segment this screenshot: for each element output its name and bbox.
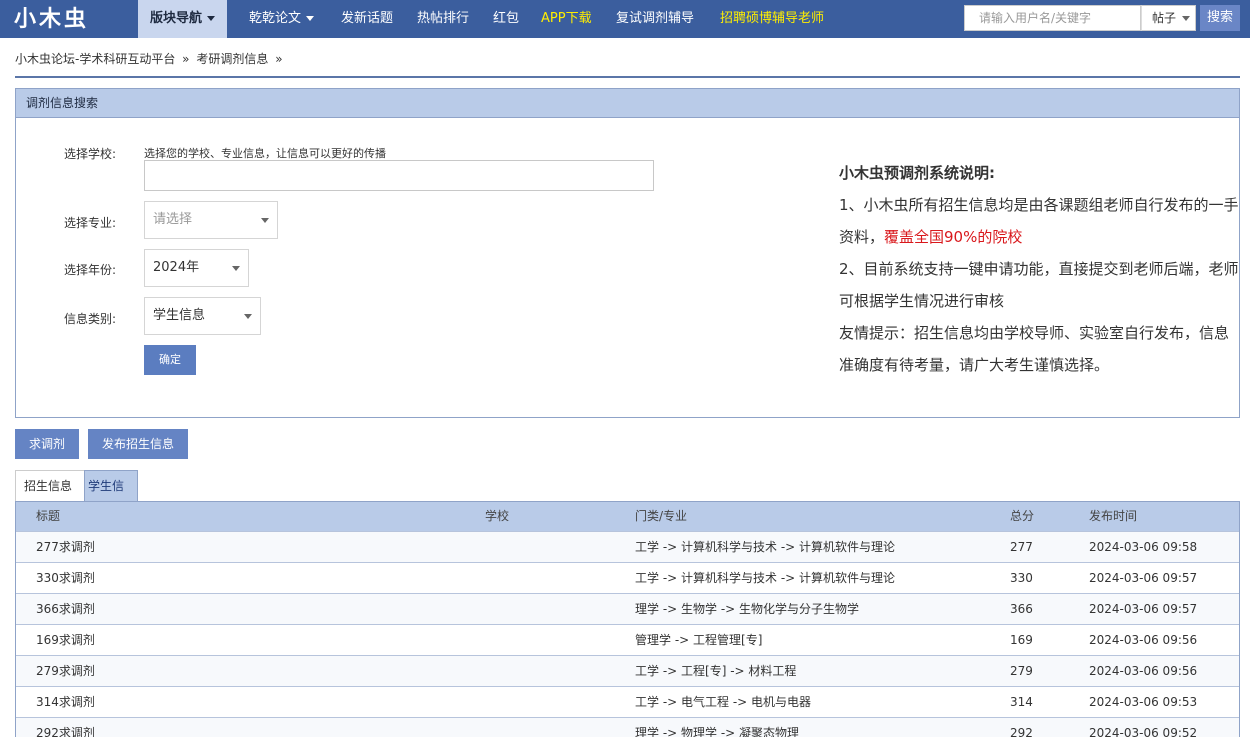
- row-major: 工学 -> 计算机科学与技术 -> 计算机软件与理论: [635, 571, 896, 585]
- school-hint: 选择您的学校、专业信息，让信息可以更好的传播: [144, 147, 386, 160]
- table-row[interactable]: 169求调剂 管理学 -> 工程管理[专] 169 2024-03-06 09:…: [16, 624, 1239, 655]
- description-item-1: 1、小木虫所有招生信息均是由各课题组老师自行发布的一手资料，覆盖全国90%的院校: [839, 196, 1239, 246]
- col-title: 标题: [36, 509, 61, 523]
- row-title[interactable]: 366求调剂: [36, 594, 95, 624]
- nav-recruit-tutors[interactable]: 招聘硕博辅导老师: [720, 0, 824, 38]
- row-major: 管理学 -> 工程管理[专]: [635, 633, 763, 647]
- col-school: 学校: [485, 509, 510, 523]
- tab-recruitment-info[interactable]: 招生信息: [15, 470, 85, 501]
- chevron-down-icon: [232, 266, 240, 271]
- system-description: 小木虫预调剂系统说明: 1、小木虫所有招生信息均是由各课题组老师自行发布的一手资…: [839, 157, 1239, 381]
- coverage-highlight: 覆盖全国90%的院校: [884, 228, 1023, 246]
- row-major: 工学 -> 计算机科学与技术 -> 计算机软件与理论: [635, 540, 896, 554]
- row-score: 169: [1010, 633, 1033, 647]
- search-button[interactable]: 搜索: [1200, 5, 1240, 31]
- row-time: 2024-03-06 09:52: [1089, 726, 1198, 737]
- col-score: 总分: [1010, 509, 1035, 523]
- row-title[interactable]: 330求调剂: [36, 563, 95, 593]
- confirm-button[interactable]: 确定: [144, 345, 196, 375]
- breadcrumb-adjustment[interactable]: 考研调剂信息: [196, 52, 268, 66]
- row-title[interactable]: 314求调剂: [36, 687, 95, 717]
- school-label: 选择学校:: [64, 147, 117, 161]
- row-major: 工学 -> 工程[专] -> 材料工程: [635, 664, 797, 678]
- panel-title: 调剂信息搜索: [16, 89, 1239, 118]
- row-score: 366: [1010, 602, 1033, 616]
- description-tip: 友情提示：招生信息均由学校导师、实验室自行发布，信息准确度有待考量，请广大考生谨…: [839, 324, 1230, 374]
- table-row[interactable]: 279求调剂 工学 -> 工程[专] -> 材料工程 279 2024-03-0…: [16, 655, 1239, 686]
- chevron-down-icon: [244, 314, 252, 319]
- divider: [15, 76, 1240, 78]
- nav-retest-tutoring[interactable]: 复试调剂辅导: [616, 0, 694, 38]
- row-major: 理学 -> 生物学 -> 生物化学与分子生物学: [635, 602, 860, 616]
- chevron-down-icon: [306, 16, 315, 21]
- row-major: 工学 -> 电气工程 -> 电机与电器: [635, 695, 812, 709]
- nav-new-topic[interactable]: 发新话题: [341, 0, 393, 38]
- table-row[interactable]: 292求调剂 理学 -> 物理学 -> 凝聚态物理 292 2024-03-06…: [16, 717, 1239, 737]
- row-major: 理学 -> 物理学 -> 凝聚态物理: [635, 726, 800, 737]
- description-item-2: 2、目前系统支持一键申请功能，直接提交到老师后端，老师可根据学生情况进行审核: [839, 260, 1239, 310]
- row-time: 2024-03-06 09:53: [1089, 695, 1198, 709]
- seek-adjustment-button[interactable]: 求调剂: [15, 429, 79, 459]
- nav-app-download[interactable]: APP下载: [541, 0, 592, 38]
- row-time: 2024-03-06 09:56: [1089, 633, 1198, 647]
- type-label: 信息类别:: [64, 312, 117, 326]
- row-title[interactable]: 169求调剂: [36, 625, 95, 655]
- major-label: 选择专业:: [64, 216, 117, 230]
- row-time: 2024-03-06 09:56: [1089, 664, 1198, 678]
- description-title: 小木虫预调剂系统说明:: [839, 164, 995, 182]
- chevron-down-icon: [261, 218, 269, 223]
- chevron-down-icon: [207, 16, 216, 21]
- nav-red-packet[interactable]: 红包: [493, 0, 519, 38]
- row-time: 2024-03-06 09:58: [1089, 540, 1198, 554]
- student-info-table: 标题 学校 门类/专业 总分 发布时间 277求调剂 工学 -> 计算机科学与技…: [15, 501, 1240, 737]
- col-major: 门类/专业: [635, 509, 688, 523]
- major-select[interactable]: 请选择: [144, 201, 278, 239]
- tab-student-info[interactable]: 学生信息: [84, 470, 138, 524]
- year-label: 选择年份:: [64, 263, 117, 277]
- row-time: 2024-03-06 09:57: [1089, 571, 1198, 585]
- table-row[interactable]: 314求调剂 工学 -> 电气工程 -> 电机与电器 314 2024-03-0…: [16, 686, 1239, 717]
- chevron-down-icon: [1182, 16, 1191, 21]
- search-type-select[interactable]: 帖子: [1141, 5, 1196, 31]
- table-row[interactable]: 366求调剂 理学 -> 生物学 -> 生物化学与分子生物学 366 2024-…: [16, 593, 1239, 624]
- table-row[interactable]: 330求调剂 工学 -> 计算机科学与技术 -> 计算机软件与理论 330 20…: [16, 562, 1239, 593]
- search-input[interactable]: 请输入用户名/关键字: [964, 5, 1141, 31]
- breadcrumb: 小木虫论坛-学术科研互动平台 » 考研调剂信息 »: [15, 50, 286, 67]
- row-title[interactable]: 292求调剂: [36, 718, 95, 737]
- row-score: 277: [1010, 540, 1033, 554]
- top-nav-bar: 小木虫 版块导航 乾乾论文 发新话题 热帖排行 红包 APP下载 复试调剂辅导 …: [0, 0, 1250, 38]
- table-body: 277求调剂 工学 -> 计算机科学与技术 -> 计算机软件与理论 277 20…: [16, 531, 1239, 737]
- row-title[interactable]: 277求调剂: [36, 532, 95, 562]
- col-time: 发布时间: [1089, 509, 1138, 523]
- adjustment-search-panel: 调剂信息搜索 选择学校: 选择您的学校、专业信息，让信息可以更好的传播 选择专业…: [15, 88, 1240, 418]
- row-score: 292: [1010, 726, 1033, 737]
- breadcrumb-home[interactable]: 小木虫论坛-学术科研互动平台: [15, 52, 175, 66]
- row-title[interactable]: 279求调剂: [36, 656, 95, 686]
- row-score: 314: [1010, 695, 1033, 709]
- row-time: 2024-03-06 09:57: [1089, 602, 1198, 616]
- school-input[interactable]: [144, 160, 654, 191]
- year-select[interactable]: 2024年: [144, 249, 249, 287]
- nav-hot-posts[interactable]: 热帖排行: [417, 0, 469, 38]
- nav-papers[interactable]: 乾乾论文: [249, 0, 315, 38]
- table-header: 标题 学校 门类/专业 总分 发布时间: [16, 502, 1239, 531]
- publish-recruitment-button[interactable]: 发布招生信息: [88, 429, 188, 459]
- type-select[interactable]: 学生信息: [144, 297, 261, 335]
- breadcrumb-separator: »: [182, 52, 190, 66]
- nav-board-navigation[interactable]: 版块导航: [138, 0, 228, 38]
- row-score: 330: [1010, 571, 1033, 585]
- row-score: 279: [1010, 664, 1033, 678]
- table-row[interactable]: 277求调剂 工学 -> 计算机科学与技术 -> 计算机软件与理论 277 20…: [16, 531, 1239, 562]
- site-logo[interactable]: 小木虫: [14, 5, 89, 33]
- breadcrumb-separator: »: [275, 52, 283, 66]
